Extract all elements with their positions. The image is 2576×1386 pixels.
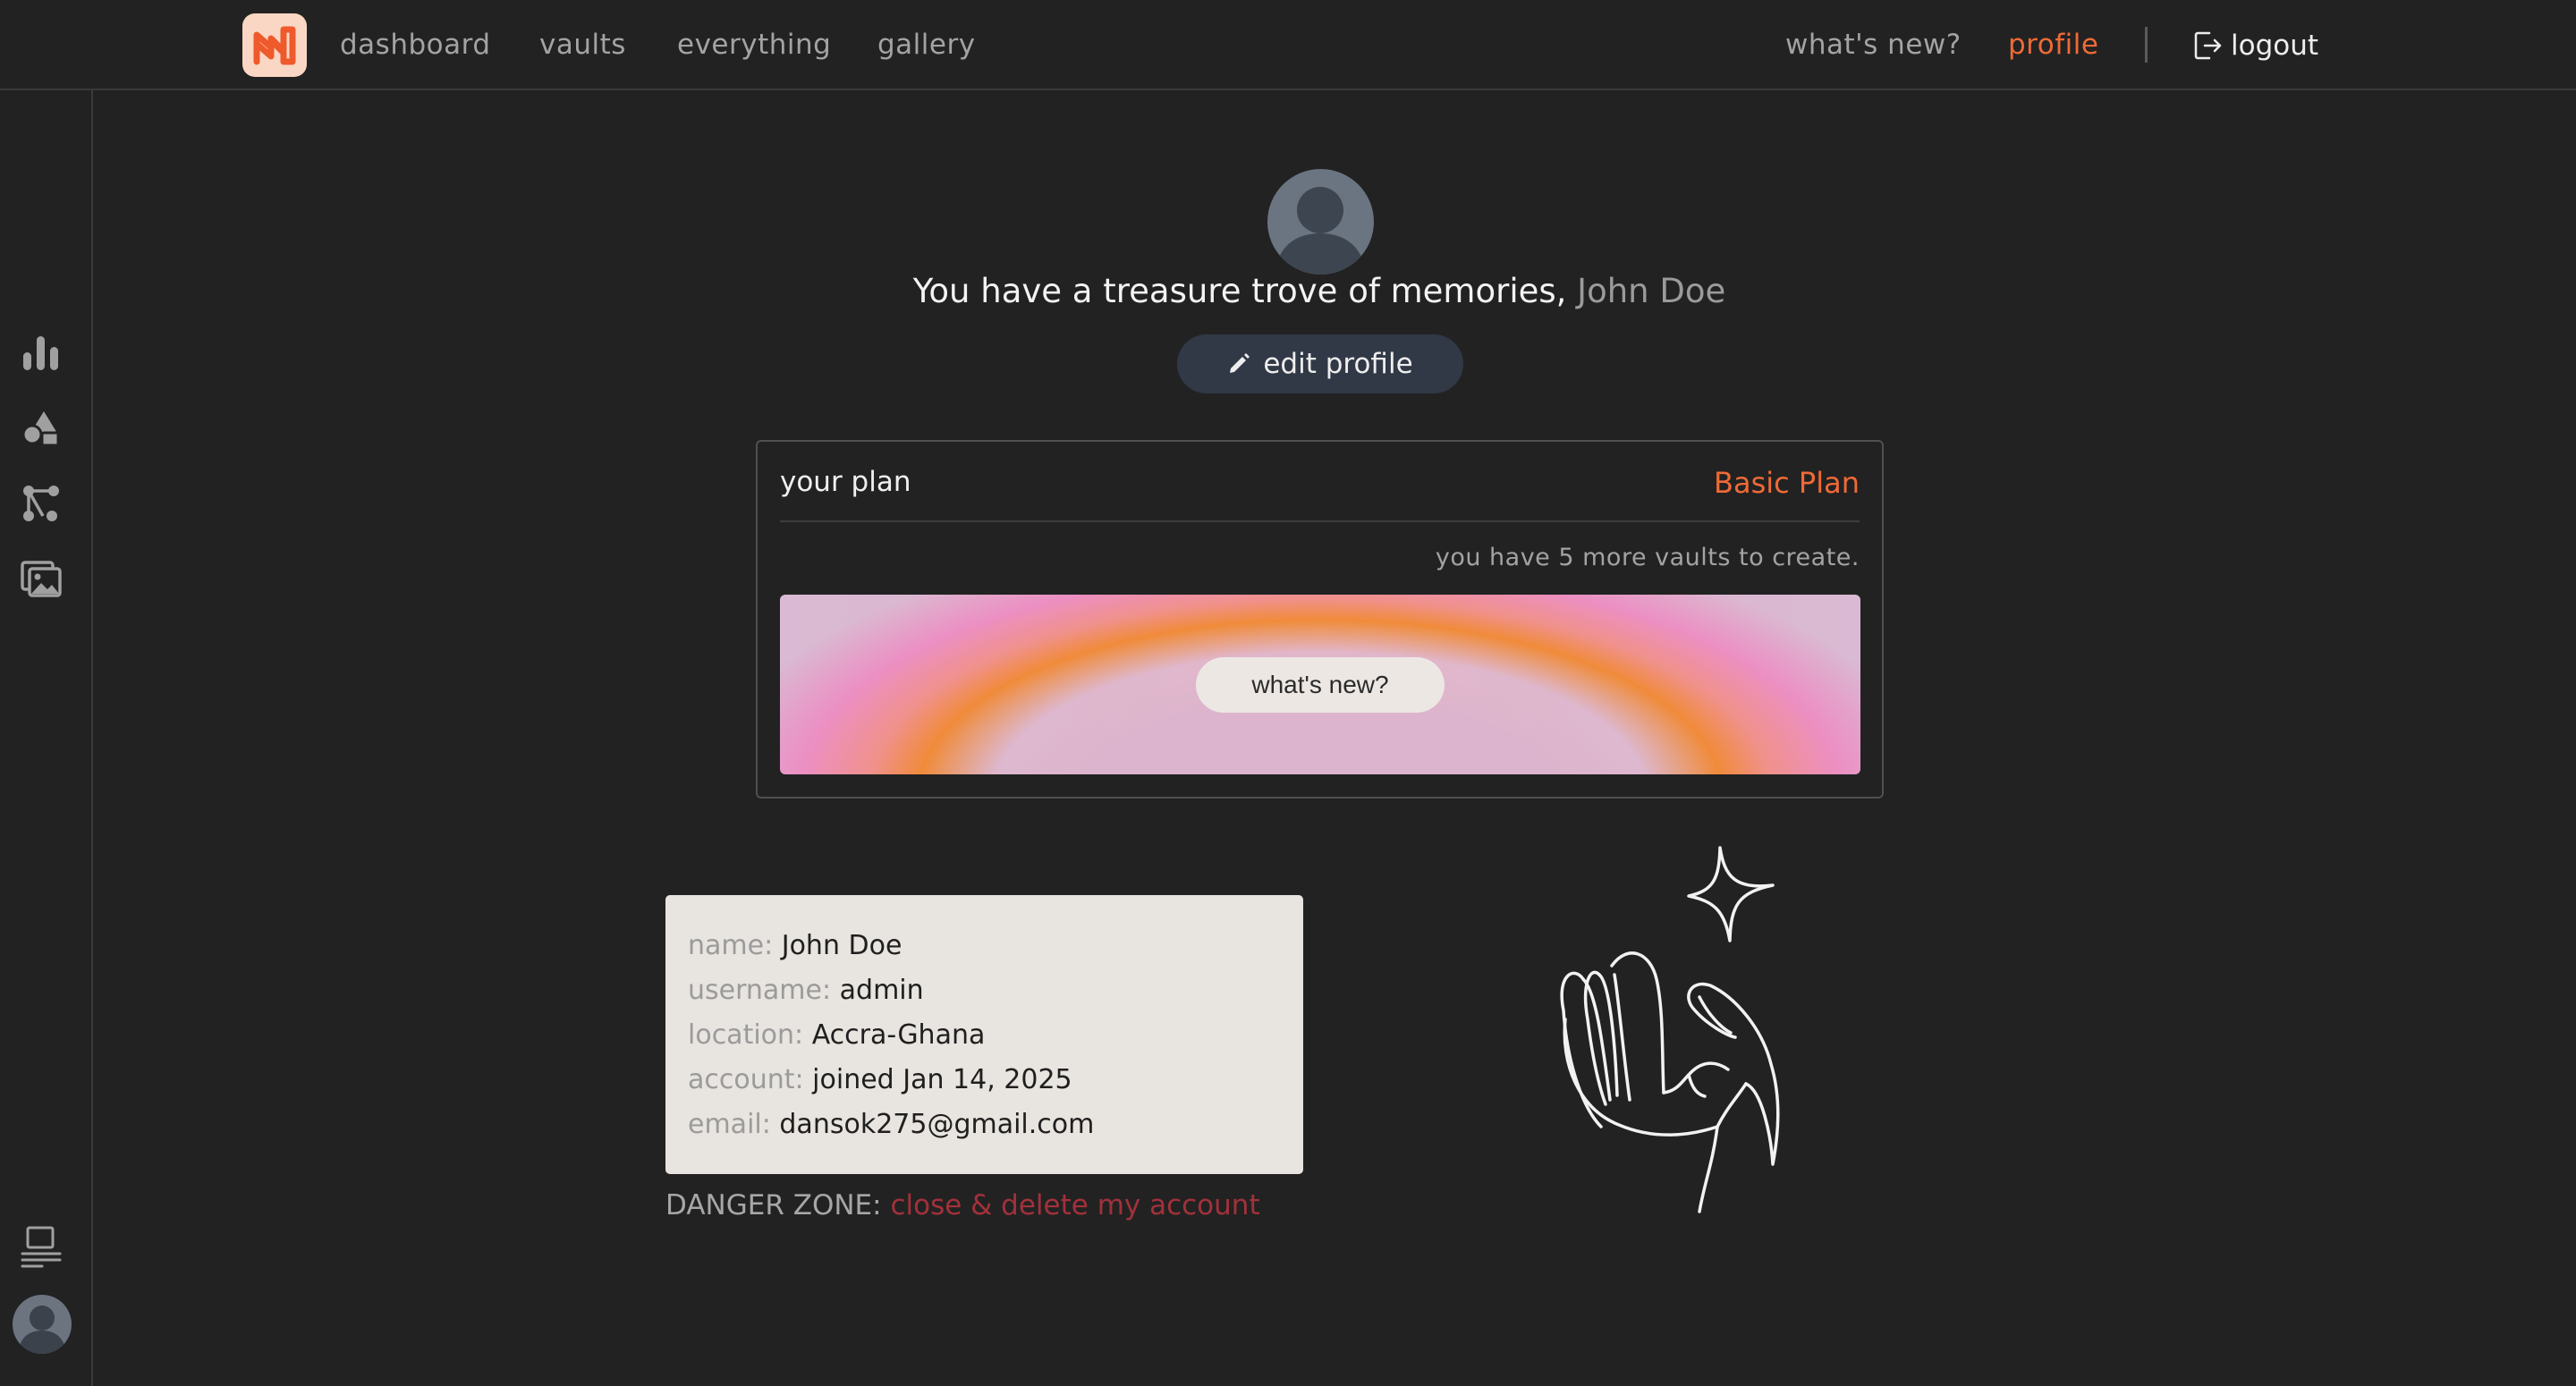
sidebar-avatar[interactable] xyxy=(13,1295,72,1354)
account-info-card: name: John Doe username: admin location:… xyxy=(665,895,1303,1174)
info-row-account: account: joined Jan 14, 2025 xyxy=(688,1064,1072,1095)
nav-link-gallery[interactable]: gallery xyxy=(877,29,976,61)
info-row-name: name: John Doe xyxy=(688,930,902,961)
plan-label: your plan xyxy=(780,466,911,498)
logout-icon xyxy=(2194,31,2222,60)
user-avatar-icon xyxy=(18,1306,66,1354)
plan-card: your plan Basic Plan you have 5 more vau… xyxy=(756,440,1884,799)
profile-avatar xyxy=(1267,169,1374,275)
info-key: name: xyxy=(688,930,774,961)
info-key: location: xyxy=(688,1019,804,1051)
profile-greeting: You have a treasure trove of memories, J… xyxy=(0,272,2576,310)
shapes-icon xyxy=(21,411,60,447)
sidebar-item-dashboard[interactable] xyxy=(18,330,64,376)
nav-link-dashboard[interactable]: dashboard xyxy=(340,29,491,61)
user-avatar-icon xyxy=(1275,187,1367,275)
edit-profile-button[interactable]: edit profile xyxy=(1177,334,1463,393)
info-key: email: xyxy=(688,1109,771,1140)
nav-link-vaults[interactable]: vaults xyxy=(539,29,626,61)
nav-link-whats-new[interactable]: what's new? xyxy=(1785,29,1962,61)
plan-remaining-vaults: you have 5 more vaults to create. xyxy=(1435,544,1860,571)
logo-icon xyxy=(253,26,296,64)
info-value: admin xyxy=(839,975,924,1006)
greeting-text: You have a treasure trove of memories, xyxy=(912,272,1567,310)
plan-divider xyxy=(780,520,1860,522)
sidebar-item-vaults[interactable] xyxy=(18,405,64,452)
nav-link-everything[interactable]: everything xyxy=(677,29,831,61)
info-key: username: xyxy=(688,975,832,1006)
sidebar-item-layout[interactable] xyxy=(18,1224,64,1271)
banner-whats-new-button[interactable]: what's new? xyxy=(1196,657,1445,713)
nodes-icon xyxy=(23,486,59,521)
logout-label: logout xyxy=(2231,30,2319,62)
info-key: account: xyxy=(688,1064,804,1095)
info-value: Accra-Ghana xyxy=(811,1019,986,1051)
danger-zone: DANGER ZONE: close & delete my account xyxy=(665,1189,1260,1221)
info-row-username: username: admin xyxy=(688,975,924,1006)
edit-profile-label: edit profile xyxy=(1263,348,1413,380)
delete-account-link[interactable]: close & delete my account xyxy=(890,1189,1259,1221)
plan-name: Basic Plan xyxy=(1714,466,1860,500)
info-value: joined Jan 14, 2025 xyxy=(812,1064,1072,1095)
greeting-user-name: John Doe xyxy=(1577,272,1726,310)
sidebar-item-everything[interactable] xyxy=(18,480,64,527)
whats-new-banner: what's new? xyxy=(780,595,1860,774)
top-navigation-bar: dashboard vaults everything gallery what… xyxy=(0,0,2576,90)
layout-icon xyxy=(21,1226,62,1268)
gallery-icon xyxy=(21,561,62,597)
app-logo[interactable] xyxy=(242,13,307,77)
nav-separator xyxy=(2145,27,2148,63)
nav-link-profile[interactable]: profile xyxy=(2008,29,2098,61)
hand-sparkle-illustration xyxy=(1560,846,1780,1213)
info-row-email: email: dansok275@gmail.com xyxy=(688,1109,1094,1140)
info-value: dansok275@gmail.com xyxy=(779,1109,1095,1140)
danger-zone-label: DANGER ZONE: xyxy=(665,1189,882,1221)
sidebar-item-gallery[interactable] xyxy=(18,555,64,602)
info-row-location: location: Accra-Ghana xyxy=(688,1019,985,1051)
info-value: John Doe xyxy=(781,930,902,961)
bar-chart-icon xyxy=(23,336,58,370)
logout-button[interactable]: logout xyxy=(2193,27,2318,64)
pencil-icon xyxy=(1230,353,1250,373)
